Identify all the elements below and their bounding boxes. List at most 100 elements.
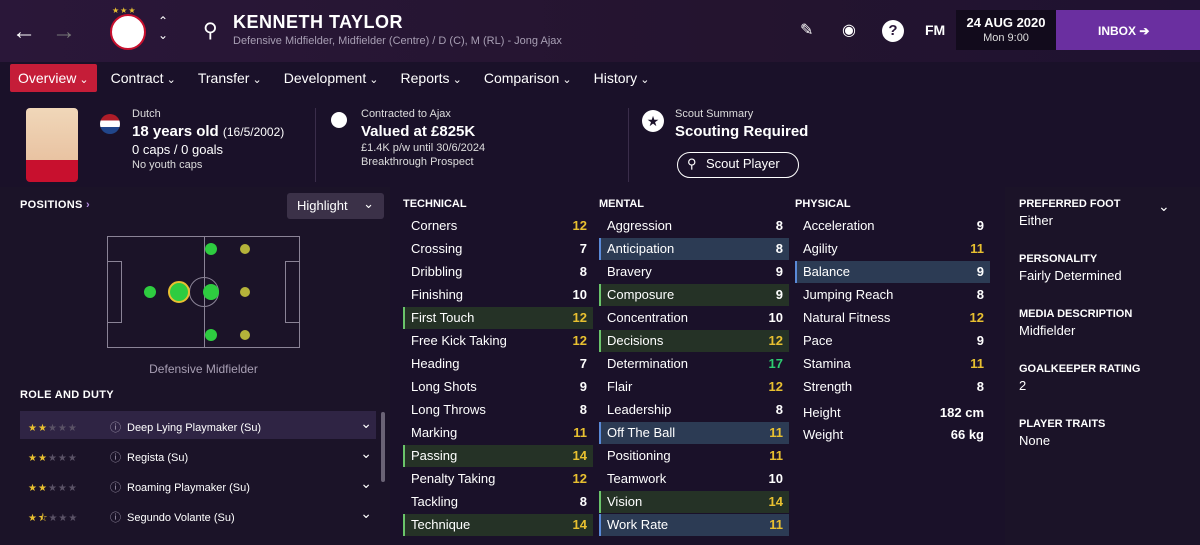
right-box xyxy=(285,261,299,323)
attribute-row[interactable]: Composure 9 xyxy=(599,284,789,306)
attribute-row[interactable]: Long Throws 8 xyxy=(403,399,593,421)
attribute-row[interactable]: Stamina 11 xyxy=(795,353,990,375)
attribute-row[interactable]: Tackling 8 xyxy=(403,491,593,513)
attribute-row[interactable]: Heading 7 xyxy=(403,353,593,375)
attribute-row[interactable]: Balance 9 xyxy=(795,261,990,283)
chevron-down-icon: ⌄ xyxy=(449,74,462,86)
attribute-row[interactable]: Penalty Taking 12 xyxy=(403,468,593,490)
highlight-bar xyxy=(599,284,601,306)
roles-scrollbar[interactable] xyxy=(381,412,385,482)
attribute-row[interactable]: Finishing 10 xyxy=(403,284,593,306)
positions-title[interactable]: POSITIONS › xyxy=(20,199,90,211)
detail-item: GOALKEEPER RATING 2 xyxy=(1005,363,1140,393)
highlight-dropdown[interactable]: Highlight ⌄ xyxy=(287,193,384,219)
netherlands-flag-icon xyxy=(100,114,120,134)
attribute-row[interactable]: First Touch 12 xyxy=(403,307,593,329)
chevron-down-icon[interactable]: ⌄ xyxy=(360,475,372,492)
attribute-value: 12 xyxy=(572,310,587,325)
attribute-row[interactable]: Flair 12 xyxy=(599,376,789,398)
attribute-name: Free Kick Taking xyxy=(411,333,507,348)
inbox-button[interactable]: INBOX ➔ xyxy=(1056,10,1200,50)
scout-button-label: Scout Player xyxy=(706,156,780,171)
attribute-row[interactable]: Decisions 12 xyxy=(599,330,789,352)
attribute-value: 11 xyxy=(970,356,984,371)
attribute-name: Aggression xyxy=(607,218,673,233)
role-row[interactable]: ★★★★★ ⓘ Regista (Su) ⌄ xyxy=(20,441,376,469)
attribute-row[interactable]: Technique 14 xyxy=(403,514,593,536)
role-rating-stars: ★⯪★★★ xyxy=(28,513,79,524)
attribute-row[interactable]: Jumping Reach 8 xyxy=(795,284,990,306)
attribute-row[interactable]: Strength 8 xyxy=(795,376,990,398)
attribute-row[interactable]: Positioning 11 xyxy=(599,445,789,467)
attribute-row[interactable]: Dribbling 8 xyxy=(403,261,593,283)
attribute-name: Penalty Taking xyxy=(411,471,496,486)
attribute-value: 9 xyxy=(976,333,984,348)
search-icon: ⚲ xyxy=(687,156,697,171)
attribute-row[interactable]: Work Rate 11 xyxy=(599,514,789,536)
search-icon[interactable]: ⚲ xyxy=(203,18,218,43)
chevron-down-icon[interactable]: ⌄ xyxy=(360,505,372,522)
tab-comparison[interactable]: Comparison ⌄ xyxy=(476,64,580,92)
pencil-icon[interactable]: ✎ xyxy=(800,20,813,40)
attribute-name: Decisions xyxy=(607,333,664,348)
attribute-row[interactable]: Free Kick Taking 12 xyxy=(403,330,593,352)
world-icon[interactable]: ◉ xyxy=(842,20,856,40)
attribute-row[interactable]: Teamwork 10 xyxy=(599,468,789,490)
attribute-row[interactable]: Passing 14 xyxy=(403,445,593,467)
fm-menu-button[interactable]: FM xyxy=(925,22,945,38)
tab-transfer[interactable]: Transfer ⌄ xyxy=(190,64,270,92)
info-icon[interactable]: ⓘ xyxy=(110,482,121,494)
back-arrow-icon[interactable]: ← xyxy=(12,18,36,46)
role-row[interactable]: ★★★★★ ⓘ Roaming Playmaker (Su) ⌄ xyxy=(20,471,376,499)
wage-label: £1.4K p/w until 30/6/2024 xyxy=(361,142,486,154)
attribute-row[interactable]: Off The Ball 11 xyxy=(599,422,789,444)
attribute-row[interactable]: Leadership 8 xyxy=(599,399,789,421)
role-row[interactable]: ★⯪★★★ ⓘ Segundo Volante (Su) ⌄ xyxy=(20,501,376,529)
help-icon[interactable]: ? xyxy=(882,20,904,42)
chevron-down-icon: ⌄ xyxy=(249,74,262,86)
position-pitch xyxy=(107,236,300,348)
attribute-row[interactable]: Bravery 9 xyxy=(599,261,789,283)
detail-label: PREFERRED FOOT xyxy=(1019,198,1121,210)
role-row[interactable]: ★★★★★ ⓘ Deep Lying Playmaker (Su) ⌄ xyxy=(20,411,376,439)
attribute-name: Composure xyxy=(607,287,675,302)
attribute-row[interactable]: Marking 11 xyxy=(403,422,593,444)
role-rating-stars: ★★★★★ xyxy=(28,453,78,464)
highlight-bar xyxy=(599,238,601,260)
role-rating-stars: ★★★★★ xyxy=(28,423,78,434)
attribute-row[interactable]: Natural Fitness 12 xyxy=(795,307,990,329)
attribute-row[interactable]: Agility 11 xyxy=(795,238,990,260)
info-icon[interactable]: ⓘ xyxy=(110,422,121,434)
attribute-value: 14 xyxy=(768,494,783,509)
attribute-row[interactable]: Vision 14 xyxy=(599,491,789,513)
detail-label: MEDIA DESCRIPTION xyxy=(1019,308,1133,320)
tab-reports[interactable]: Reports ⌄ xyxy=(393,64,470,92)
attribute-value: 17 xyxy=(768,356,783,371)
attribute-row[interactable]: Aggression 8 xyxy=(599,215,789,237)
forward-arrow-icon[interactable]: → xyxy=(52,18,76,46)
scout-player-button[interactable]: ⚲ Scout Player xyxy=(677,152,799,178)
tab-development[interactable]: Development ⌄ xyxy=(276,64,387,92)
info-icon[interactable]: ⓘ xyxy=(110,452,121,464)
attribute-row[interactable]: Concentration 10 xyxy=(599,307,789,329)
attribute-row[interactable]: Corners 12 xyxy=(403,215,593,237)
chevron-down-icon[interactable]: ⌄ xyxy=(360,415,372,432)
attribute-name: Acceleration xyxy=(803,218,875,233)
tab-history[interactable]: History ⌄ xyxy=(586,64,658,92)
info-icon[interactable]: ⓘ xyxy=(110,512,121,524)
attribute-name: Jumping Reach xyxy=(803,287,894,302)
club-badge-icon[interactable] xyxy=(110,14,146,50)
chevron-down-icon[interactable]: ⌄ xyxy=(1158,198,1170,215)
attribute-row[interactable]: Anticipation 8 xyxy=(599,238,789,260)
tab-contract[interactable]: Contract ⌄ xyxy=(103,64,184,92)
detail-label: PERSONALITY xyxy=(1019,253,1098,265)
player-switch-icon[interactable]: ⌃ ⌄ xyxy=(158,14,168,42)
attribute-row[interactable]: Long Shots 9 xyxy=(403,376,593,398)
game-date[interactable]: 24 AUG 2020 Mon 9:00 xyxy=(956,10,1056,50)
chevron-down-icon[interactable]: ⌄ xyxy=(360,445,372,462)
attribute-row[interactable]: Acceleration 9 xyxy=(795,215,990,237)
attribute-row[interactable]: Crossing 7 xyxy=(403,238,593,260)
tab-overview[interactable]: Overview ⌄ xyxy=(10,64,97,92)
attribute-row[interactable]: Pace 9 xyxy=(795,330,990,352)
attribute-row[interactable]: Determination 17 xyxy=(599,353,789,375)
